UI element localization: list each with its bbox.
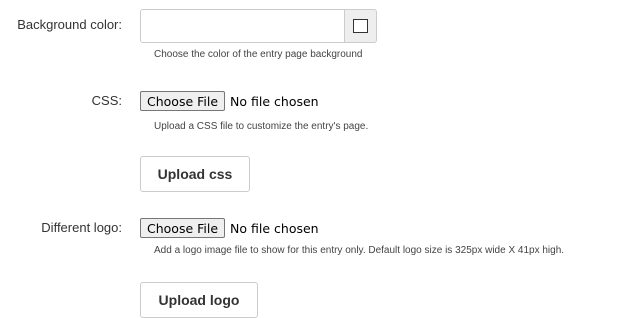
css-label: CSS: xyxy=(91,93,122,108)
color-swatch xyxy=(353,19,368,33)
css-file-status: No file chosen xyxy=(230,93,319,109)
css-file-input[interactable]: Choose File No file chosen xyxy=(140,91,319,111)
logo-file-input[interactable]: Choose File No file chosen xyxy=(140,218,319,238)
css-choose-file-button[interactable]: Choose File xyxy=(140,91,226,111)
background-color-label: Background color: xyxy=(17,17,122,32)
css-help: Upload a CSS file to customize the entry… xyxy=(154,121,369,132)
logo-help: Add a logo image file to show for this e… xyxy=(154,245,565,256)
logo-file-status: No file chosen xyxy=(230,220,319,236)
logo-choose-file-button[interactable]: Choose File xyxy=(140,218,226,238)
background-color-help: Choose the color of the entry page backg… xyxy=(154,49,363,60)
background-color-input[interactable] xyxy=(140,9,345,43)
different-logo-label: Different logo: xyxy=(41,220,122,235)
upload-css-button[interactable]: Upload css xyxy=(140,156,250,192)
color-picker-button[interactable] xyxy=(344,9,377,43)
